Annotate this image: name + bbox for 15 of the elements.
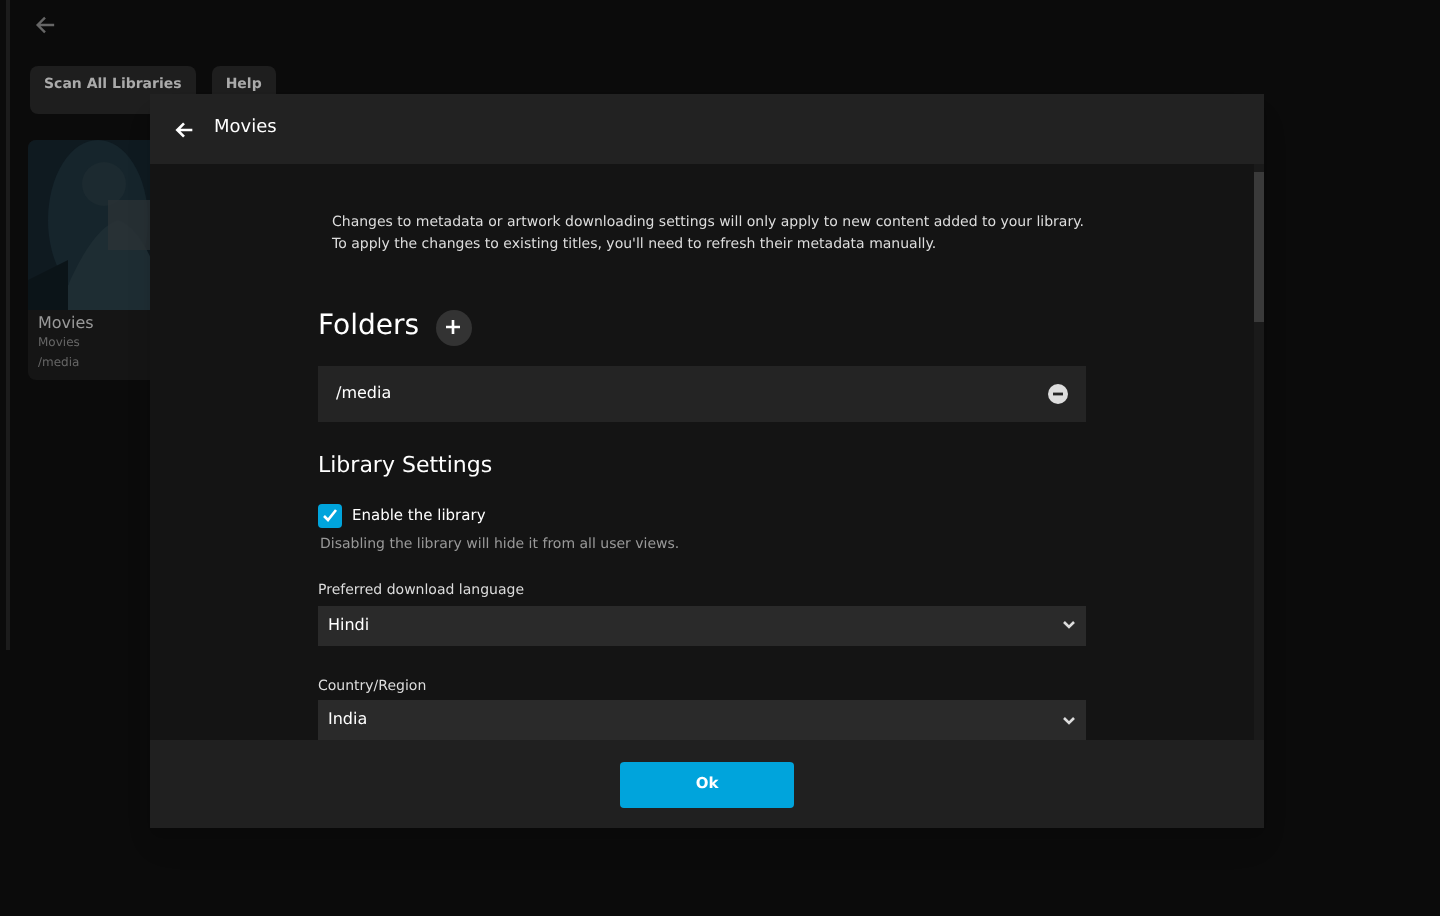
plus-icon	[446, 320, 461, 334]
scrollbar-thumb[interactable]	[1254, 172, 1264, 322]
folder-row[interactable]: /media	[318, 366, 1086, 422]
dropdown[interactable]: Hindi	[318, 605, 1086, 645]
remove-icon[interactable]	[1048, 384, 1068, 404]
chevron-down-icon	[1062, 620, 1076, 630]
checkbox[interactable]	[318, 503, 342, 527]
dropdown[interactable]: India	[318, 700, 1086, 740]
add-folder-button[interactable]	[435, 309, 472, 345]
dialog-title: Movies	[214, 115, 277, 142]
chevron-down-icon	[1062, 715, 1076, 725]
folder-path: /media	[336, 382, 392, 406]
section-heading: Folders	[318, 308, 420, 346]
library-title: Movies	[38, 314, 96, 334]
section-heading: Library Settings	[318, 450, 495, 482]
